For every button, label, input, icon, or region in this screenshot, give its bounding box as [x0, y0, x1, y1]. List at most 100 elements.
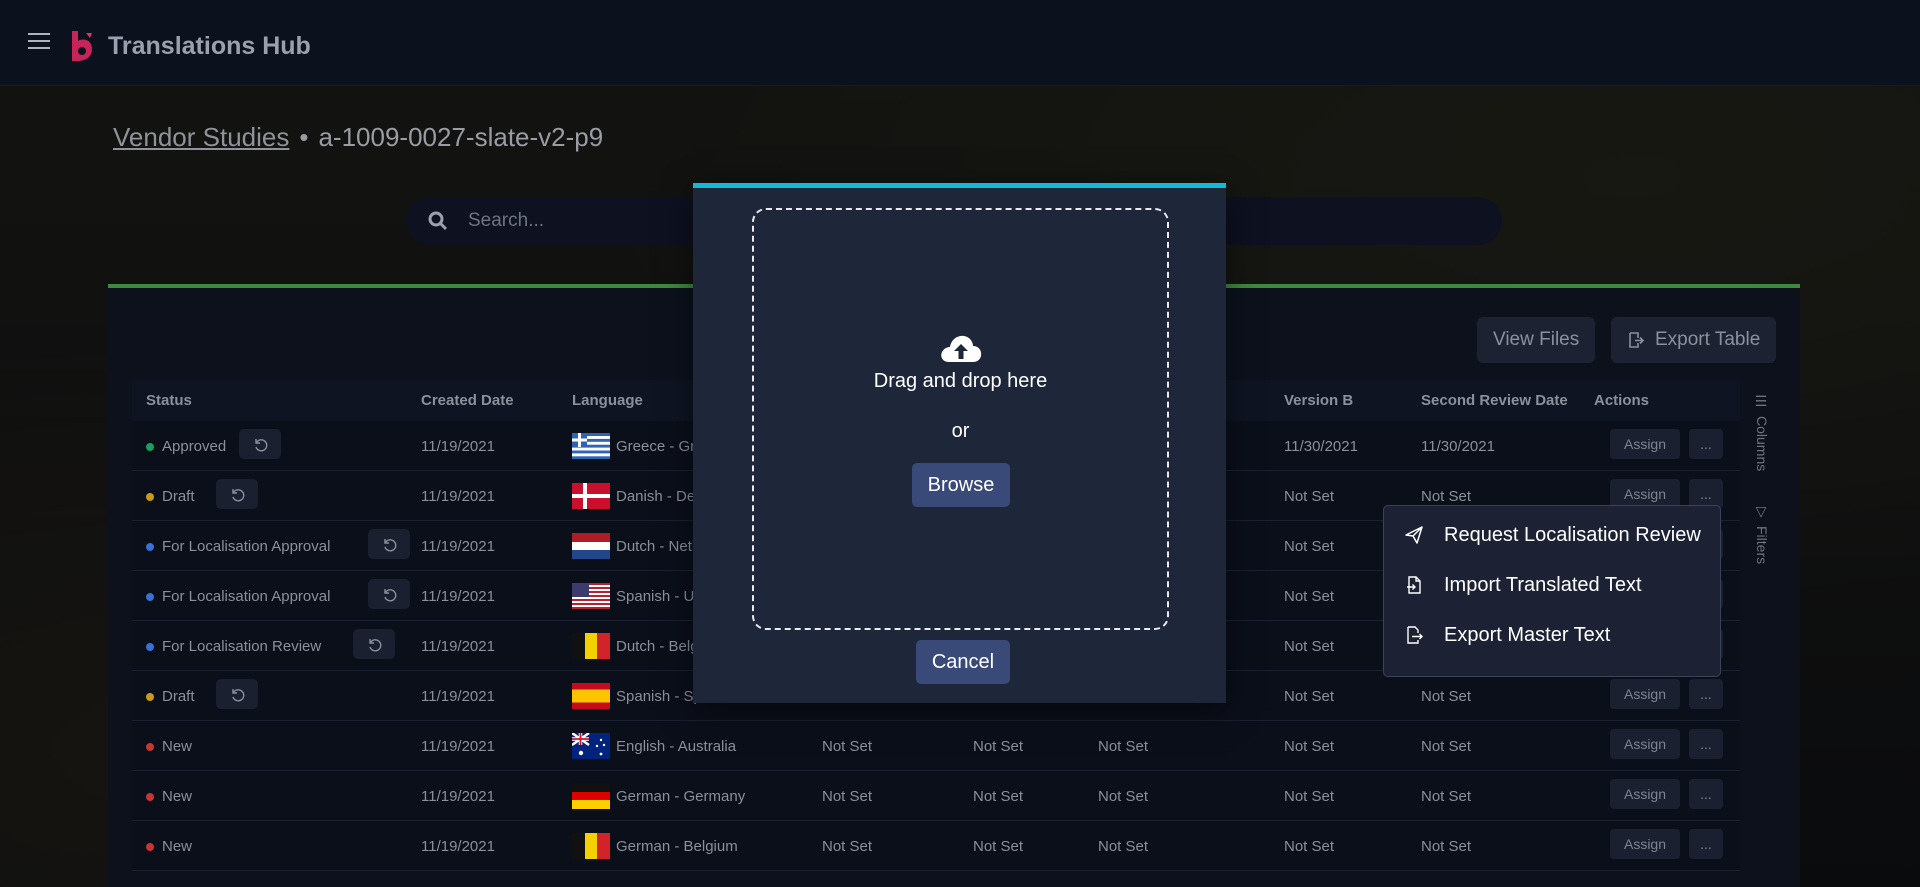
- revert-status-button[interactable]: [216, 479, 258, 509]
- created-date-cell: 11/19/2021: [421, 788, 495, 805]
- language-cell: Dutch - Neth: [616, 538, 701, 555]
- more-actions-button[interactable]: ...: [1689, 729, 1723, 759]
- language-cell: Danish - Den: [616, 488, 704, 505]
- more-actions-button[interactable]: ...: [1689, 829, 1723, 859]
- file-export-icon: [1407, 626, 1423, 644]
- assign-button[interactable]: Assign: [1610, 729, 1680, 759]
- column-5-cell: Not Set: [973, 788, 1024, 805]
- translations-hub-logo-icon: [72, 31, 92, 61]
- assign-button[interactable]: Assign: [1610, 779, 1680, 809]
- created-date-cell: 11/19/2021: [421, 588, 495, 605]
- status-dot: [146, 493, 154, 501]
- language-cell: German - Germany: [616, 788, 746, 805]
- status-text: Draft: [162, 688, 195, 705]
- more-actions-button[interactable]: ...: [1689, 429, 1723, 459]
- table-row[interactable]: New 11/19/2021 English - Australia Not S…: [132, 721, 1740, 771]
- undo-icon: [232, 489, 245, 502]
- page-title: a-1009-0027-slate-v2-p9: [318, 122, 604, 152]
- column-4-cell: Not Set: [822, 788, 873, 805]
- cancel-button[interactable]: Cancel: [916, 640, 1010, 684]
- breadcrumb-parent-link[interactable]: Vendor Studies: [113, 122, 289, 153]
- status-text: New: [162, 738, 193, 755]
- status-dot: [146, 693, 154, 701]
- menu-item-label: Import Translated Text: [1444, 573, 1642, 596]
- columns-icon: ☰: [1754, 394, 1770, 410]
- row-actions-context-menu: Request Localisation Review Import Trans…: [1383, 505, 1721, 677]
- filter-icon: ▽: [1754, 504, 1770, 520]
- assign-button[interactable]: Assign: [1610, 829, 1680, 859]
- breadcrumb: Vendor Studies • a-1009-0027-slate-v2-p9: [113, 122, 603, 153]
- assign-button[interactable]: Assign: [1610, 679, 1680, 709]
- undo-icon: [384, 539, 397, 552]
- browse-button[interactable]: Browse: [912, 463, 1010, 507]
- side-tabs: ☰ Columns ▽ Filters: [1752, 394, 1778, 594]
- search-icon: [428, 211, 448, 231]
- status-dot: [146, 793, 154, 801]
- column-6-cell: Not Set: [1098, 738, 1149, 755]
- flag-denmark-icon: [572, 483, 610, 509]
- view-files-button[interactable]: View Files: [1477, 317, 1596, 363]
- flag-australia-icon: [572, 733, 610, 759]
- status-text: New: [162, 838, 193, 855]
- undo-icon: [369, 639, 382, 652]
- version-b-cell: Not Set: [1284, 638, 1335, 655]
- table-row[interactable]: New 11/19/2021 German - Germany Not Set …: [132, 771, 1740, 821]
- language-cell: English - Australia: [616, 738, 737, 755]
- cloud-upload-icon: [941, 335, 982, 362]
- view-files-label: View Files: [1493, 329, 1580, 350]
- undo-icon: [232, 689, 245, 702]
- revert-status-button[interactable]: [238, 429, 281, 459]
- status-dot: [146, 643, 154, 651]
- column-5-cell: Not Set: [973, 838, 1024, 855]
- version-b-cell: Not Set: [1284, 488, 1335, 505]
- file-drop-zone[interactable]: Drag and drop here or Browse: [752, 208, 1169, 630]
- menu-item-export-master-text[interactable]: Export Master Text: [1384, 610, 1720, 660]
- created-date-cell: 11/19/2021: [421, 638, 495, 655]
- status-text: For Localisation Review: [162, 638, 322, 655]
- flag-belgium-icon: [572, 633, 610, 659]
- column-4-cell: Not Set: [822, 738, 873, 755]
- table-row[interactable]: New 11/19/2021 German - Belgium Not Set …: [132, 821, 1740, 871]
- language-cell: Greece - Gre: [616, 438, 704, 455]
- version-b-cell: Not Set: [1284, 738, 1335, 755]
- second-review-date-cell: Not Set: [1421, 788, 1472, 805]
- menu-icon[interactable]: [28, 33, 50, 51]
- menu-item-import-translated-text[interactable]: Import Translated Text: [1384, 560, 1720, 610]
- version-b-cell: Not Set: [1284, 688, 1335, 705]
- status-text: Approved: [162, 438, 227, 455]
- top-bar: Translations Hub: [0, 0, 1920, 86]
- column-header-language[interactable]: Language: [572, 392, 643, 409]
- flag-spain-icon: [572, 683, 610, 709]
- undo-icon: [384, 589, 397, 602]
- version-b-cell: Not Set: [1284, 838, 1335, 855]
- column-5-cell: Not Set: [973, 738, 1024, 755]
- more-actions-button[interactable]: ...: [1689, 679, 1723, 709]
- status-text: For Localisation Approval: [162, 588, 331, 605]
- second-review-date-cell: Not Set: [1421, 738, 1472, 755]
- second-review-date-cell: Not Set: [1421, 488, 1472, 505]
- more-actions-button[interactable]: ...: [1689, 779, 1723, 809]
- revert-status-button[interactable]: [368, 529, 410, 559]
- revert-status-button[interactable]: [368, 579, 410, 609]
- drag-drop-label: Drag and drop here: [873, 370, 1048, 392]
- filters-tab[interactable]: ▽ Filters: [1754, 504, 1770, 564]
- column-header-status[interactable]: Status: [146, 392, 192, 409]
- export-table-button[interactable]: Export Table: [1611, 317, 1777, 363]
- column-header-created-date[interactable]: Created Date: [421, 392, 514, 409]
- column-header-second-review-date[interactable]: Second Review Date: [1421, 392, 1568, 409]
- column-header-version-b[interactable]: Version B: [1284, 392, 1353, 409]
- revert-status-button[interactable]: [352, 629, 395, 659]
- column-header-actions[interactable]: Actions: [1594, 392, 1649, 409]
- assign-button[interactable]: Assign: [1610, 429, 1680, 459]
- status-dot: [146, 743, 154, 751]
- columns-tab[interactable]: ☰ Columns: [1754, 394, 1770, 471]
- status-dot: [146, 593, 154, 601]
- second-review-date-cell: Not Set: [1421, 688, 1472, 705]
- export-icon: [1629, 332, 1645, 348]
- version-b-cell: Not Set: [1284, 588, 1335, 605]
- menu-item-label: Request Localisation Review: [1444, 523, 1701, 546]
- revert-status-button[interactable]: [216, 679, 258, 709]
- menu-item-request-localisation-review[interactable]: Request Localisation Review: [1384, 510, 1720, 560]
- upload-dialog: Drag and drop here or Browse Cancel: [693, 183, 1226, 703]
- columns-tab-label: Columns: [1754, 416, 1770, 472]
